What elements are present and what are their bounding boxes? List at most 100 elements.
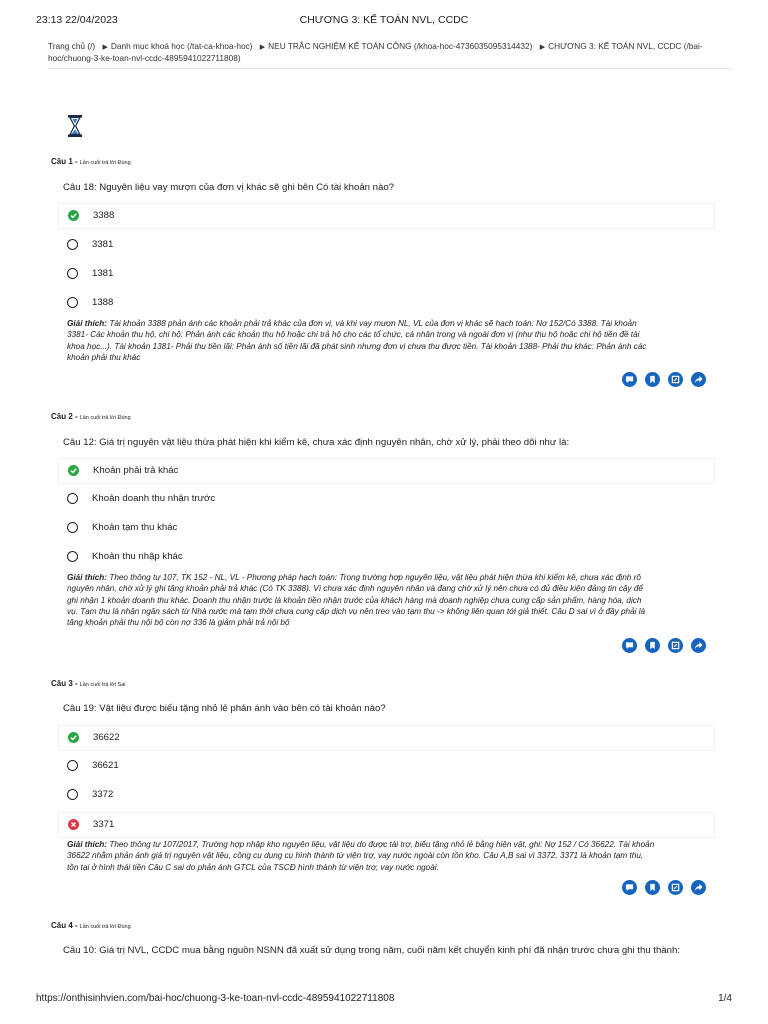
bookmark-icon[interactable] bbox=[645, 638, 660, 653]
breadcrumb-course[interactable]: NEU TRẮC NGHIỆM KẾ TOÁN CÔNG (/khoa-hoc-… bbox=[268, 41, 532, 51]
page-number: 1/4 bbox=[718, 993, 732, 1004]
question-2-actions bbox=[622, 638, 710, 654]
option-label: Khoản doanh thu nhận trước bbox=[92, 493, 216, 504]
share-icon[interactable] bbox=[691, 880, 706, 895]
print-title: CHƯƠNG 3: KẾ TOÁN NVL, CCDC bbox=[299, 14, 469, 26]
option-label: Khoản tạm thu khác bbox=[92, 522, 178, 533]
answer-status: Lần cuối trả lời Đúng bbox=[79, 924, 131, 930]
explanation-line: nguyên nhân, chờ xử lý ghi tăng khoản ph… bbox=[67, 584, 643, 594]
question-2-option-4[interactable]: Khoản thu nhập khác bbox=[58, 545, 713, 569]
print-header: 23:13 22/04/2023 CHƯƠNG 3: KẾ TOÁN NVL, … bbox=[36, 14, 732, 30]
option-label: 1388 bbox=[92, 297, 114, 308]
option-label: Khoản phải trả khác bbox=[93, 465, 179, 476]
question-1-text: Câu 18: Nguyên liệu vay mượn của đơn vị … bbox=[63, 182, 394, 193]
answer-status: Lần cuối trả lời Đúng bbox=[79, 160, 131, 166]
breadcrumb-lesson-cont[interactable]: hoc/chuong-3-ke-toan-nvl-ccdc-4895941022… bbox=[48, 53, 241, 63]
question-2-option-1[interactable]: Khoản phải trả khác bbox=[58, 458, 715, 484]
question-label: Câu 1 - bbox=[51, 157, 78, 166]
question-1-header: Câu 1 - Lần cuối trả lời Đúng bbox=[51, 157, 131, 166]
option-label: 3371 bbox=[93, 819, 115, 830]
wrong-x-icon bbox=[68, 819, 79, 830]
correct-check-icon bbox=[68, 210, 79, 221]
question-label: Câu 4 - bbox=[51, 921, 78, 930]
explanation-line: Theo thông tư 107, TK 152 - NL, VL - Phư… bbox=[109, 573, 641, 582]
question-label: Câu 2 - bbox=[51, 412, 78, 421]
radio-icon[interactable] bbox=[67, 551, 78, 562]
share-icon[interactable] bbox=[691, 638, 706, 653]
explanation-line: khoản phải thu khác bbox=[67, 352, 141, 362]
page-url: https://onthisinhvien.com/bai-hoc/chuong… bbox=[36, 993, 395, 1004]
question-4-header: Câu 4 - Lần cuối trả lời Đúng bbox=[51, 921, 131, 930]
caret-right-icon: ▶ bbox=[102, 44, 108, 51]
question-1-option-1[interactable]: 3388 bbox=[58, 203, 715, 229]
comment-icon[interactable] bbox=[622, 372, 637, 387]
question-3-explanation: Giải thích: Theo thông tư 107/2017, Trườ… bbox=[67, 839, 707, 873]
note-icon[interactable] bbox=[668, 638, 683, 653]
question-3-actions bbox=[622, 880, 710, 896]
explanation-line: Tài khoản 3388 phản ánh các khoản phải t… bbox=[109, 319, 637, 328]
option-label: 36622 bbox=[93, 732, 120, 743]
note-icon[interactable] bbox=[668, 880, 683, 895]
question-2-header: Câu 2 - Lần cuối trả lời Đúng bbox=[51, 412, 131, 421]
option-label: Khoản thu nhập khác bbox=[92, 551, 183, 562]
option-label: 1381 bbox=[92, 268, 114, 279]
answer-status: Lần cuối trả lời Sai bbox=[79, 682, 126, 688]
explanation-line: 3381- Các khoản thu hộ, chi hộ: Phản ánh… bbox=[67, 330, 640, 340]
explanation-line: ghi nhận 1 khoản doanh thu khác. Doanh t… bbox=[67, 595, 642, 605]
hourglass-icon bbox=[67, 115, 83, 137]
option-label: 3388 bbox=[93, 210, 115, 221]
question-1-option-4[interactable]: 1388 bbox=[58, 291, 713, 315]
question-1-option-3[interactable]: 1381 bbox=[58, 262, 713, 286]
share-icon[interactable] bbox=[691, 372, 706, 387]
bookmark-icon[interactable] bbox=[645, 372, 660, 387]
breadcrumb-lesson[interactable]: CHƯƠNG 3: KẾ TOÁN NVL, CCDC (/bai- bbox=[548, 41, 703, 51]
correct-check-icon bbox=[68, 465, 79, 476]
question-3-option-1[interactable]: 36622 bbox=[58, 725, 715, 751]
question-1-option-2[interactable]: 3381 bbox=[58, 233, 713, 257]
explanation-line: tồn tại ở hình thái tiền Câu C sai do ph… bbox=[67, 862, 439, 872]
explanation-line: vụ. Tạm thu là nhận ngân sách từ Nhà nướ… bbox=[67, 606, 646, 616]
explanation-label: Giải thích: bbox=[67, 840, 108, 849]
bookmark-icon[interactable] bbox=[645, 880, 660, 895]
option-label: 36621 bbox=[92, 760, 119, 771]
radio-icon[interactable] bbox=[67, 493, 78, 504]
radio-icon[interactable] bbox=[67, 760, 78, 771]
question-2-option-3[interactable]: Khoản tạm thu khác bbox=[58, 516, 713, 540]
radio-icon[interactable] bbox=[67, 789, 78, 800]
radio-icon[interactable] bbox=[67, 297, 78, 308]
question-1-explanation: Giải thích: Tài khoản 3388 phản ánh các … bbox=[67, 318, 707, 363]
correct-check-icon bbox=[68, 732, 79, 743]
radio-icon[interactable] bbox=[67, 239, 78, 250]
option-label: 3372 bbox=[92, 789, 114, 800]
explanation-label: Giải thích: bbox=[67, 319, 108, 328]
caret-right-icon: ▶ bbox=[539, 44, 546, 51]
question-label: Câu 3 - bbox=[51, 679, 78, 688]
breadcrumb-categories[interactable]: Danh mục khoá học (/tat-ca-khoa-hoc) bbox=[111, 41, 253, 51]
question-3-option-2[interactable]: 36621 bbox=[58, 754, 713, 778]
caret-right-icon: ▶ bbox=[259, 44, 266, 51]
comment-icon[interactable] bbox=[622, 638, 637, 653]
question-3-option-3[interactable]: 3372 bbox=[58, 783, 713, 807]
question-1-actions bbox=[622, 372, 710, 388]
question-3-header: Câu 3 - Lần cuối trả lời Sai bbox=[51, 679, 125, 688]
option-label: 3381 bbox=[92, 239, 114, 250]
radio-icon[interactable] bbox=[67, 522, 78, 533]
question-2-explanation: Giải thích: Theo thông tư 107, TK 152 - … bbox=[67, 572, 707, 628]
explanation-line: khoa học...). Tài khoản 1381- Phải thu t… bbox=[67, 341, 647, 351]
breadcrumb-home[interactable]: Trang chủ (/) bbox=[48, 41, 95, 51]
comment-icon[interactable] bbox=[622, 880, 637, 895]
explanation-line: 36622 nhằm phản ánh giá trị nguyên vật l… bbox=[67, 851, 644, 861]
radio-icon[interactable] bbox=[67, 268, 78, 279]
question-3-text: Câu 19: Vật liệu được biếu tặng nhỏ lẻ p… bbox=[63, 703, 386, 714]
note-icon[interactable] bbox=[668, 372, 683, 387]
question-4-text: Câu 10: Giá trị NVL, CCDC mua bằng nguồn… bbox=[63, 945, 680, 956]
explanation-line: Theo thông tư 107/2017, Trường hợp nhập … bbox=[109, 840, 655, 849]
breadcrumb: Trang chủ (/) ▶ Danh mục khoá học (/tat-c… bbox=[48, 41, 718, 64]
explanation-label: Giải thích: bbox=[67, 573, 108, 582]
question-2-option-2[interactable]: Khoản doanh thu nhận trước bbox=[58, 487, 713, 511]
question-2-text: Câu 12: Giá trị nguyên vật liệu thừa phá… bbox=[63, 437, 570, 448]
explanation-line: tăng khoản phải thu nội bộ còn nợ 336 là… bbox=[67, 618, 290, 628]
question-3-option-4[interactable]: 3371 bbox=[58, 812, 715, 838]
answer-status: Lần cuối trả lời Đúng bbox=[79, 415, 131, 421]
divider bbox=[48, 68, 732, 69]
